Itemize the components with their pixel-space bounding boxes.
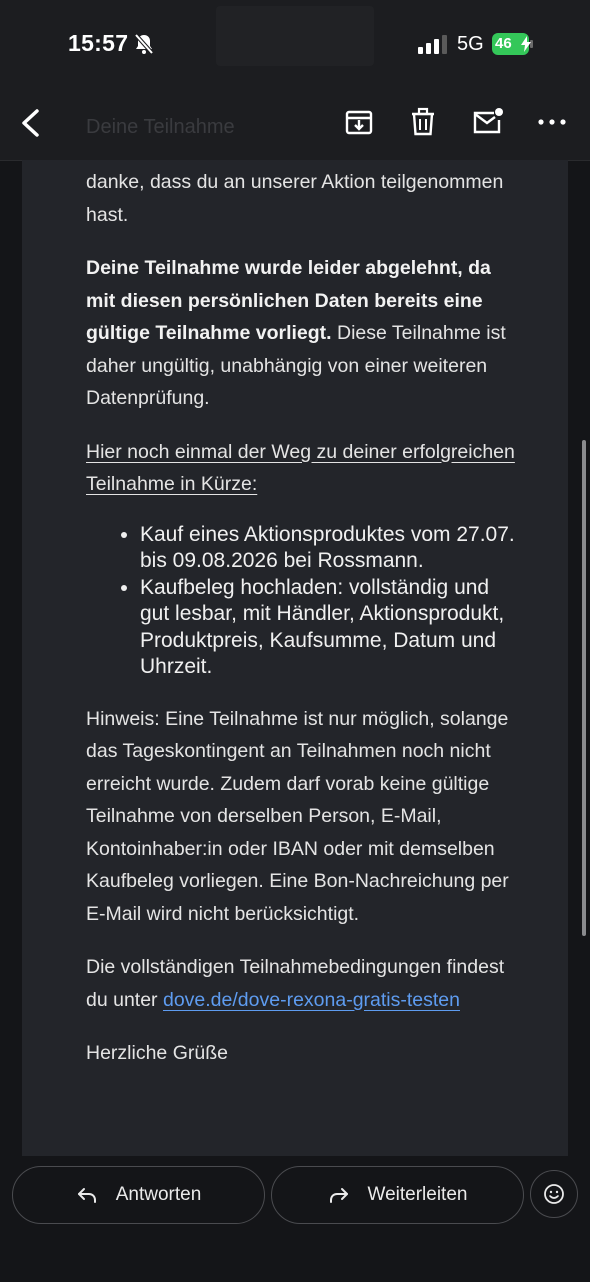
mail-closing: Herzliche Grüße (86, 1042, 228, 1064)
network-type: 5G (457, 33, 484, 55)
mail-notice: Hinweis: Eine Teilnahme ist nur möglich,… (86, 707, 509, 925)
status-bar: 15:57 5G 46 (0, 0, 590, 88)
reply-icon (77, 1188, 96, 1203)
steps-heading-text: Hier noch einmal der Weg zu deiner erfol… (86, 440, 515, 496)
reply-label: Antworten (115, 1184, 202, 1205)
list-item: Kauf eines Aktionsproduktes vom 27.07. b… (140, 522, 516, 575)
mark-unread-icon[interactable] (470, 105, 504, 139)
mail-terms: Die vollständigen Teilnahmebedingungen f… (86, 951, 516, 1016)
more-icon[interactable] (535, 105, 569, 139)
status-time: 15:57 (68, 30, 129, 56)
chevron-left-icon[interactable] (14, 102, 48, 144)
forward-button[interactable]: Weiterleiten (271, 1166, 524, 1224)
forward-label: Weiterleiten (367, 1184, 468, 1205)
emoji-icon (544, 1184, 564, 1204)
battery-level: 46 (495, 35, 512, 52)
mail-body: danke, dass du an unserer Aktion teilgen… (86, 166, 516, 1091)
emoji-reaction-button[interactable] (530, 1170, 578, 1218)
forward-icon (329, 1188, 348, 1203)
reply-button[interactable]: Antworten (12, 1166, 265, 1224)
signal-icon (418, 35, 447, 54)
mail-toolbar: Deine Teilnahme (0, 88, 590, 161)
terms-link[interactable]: dove.de/dove-rexona-gratis-testen (163, 989, 460, 1011)
trash-icon[interactable] (406, 105, 440, 139)
charging-bolt-icon (521, 36, 531, 52)
steps-heading: Hier noch einmal der Weg zu deiner erfol… (86, 436, 516, 501)
notification-ghost (216, 6, 374, 66)
bell-slash-icon (134, 33, 154, 55)
mail-intro: danke, dass du an unserer Aktion teilgen… (86, 171, 504, 226)
mail-rejection: Deine Teilnahme wurde leider abgelehnt, … (86, 252, 516, 415)
battery-icon: 46 (492, 33, 536, 55)
scrollbar[interactable] (582, 440, 586, 936)
archive-icon[interactable] (342, 105, 376, 139)
list-item: Kaufbeleg hochladen: vollständig und gut… (140, 575, 516, 681)
mail-subject: Deine Teilnahme (86, 116, 235, 138)
steps-list: Kauf eines Aktionsproduktes vom 27.07. b… (86, 522, 516, 681)
